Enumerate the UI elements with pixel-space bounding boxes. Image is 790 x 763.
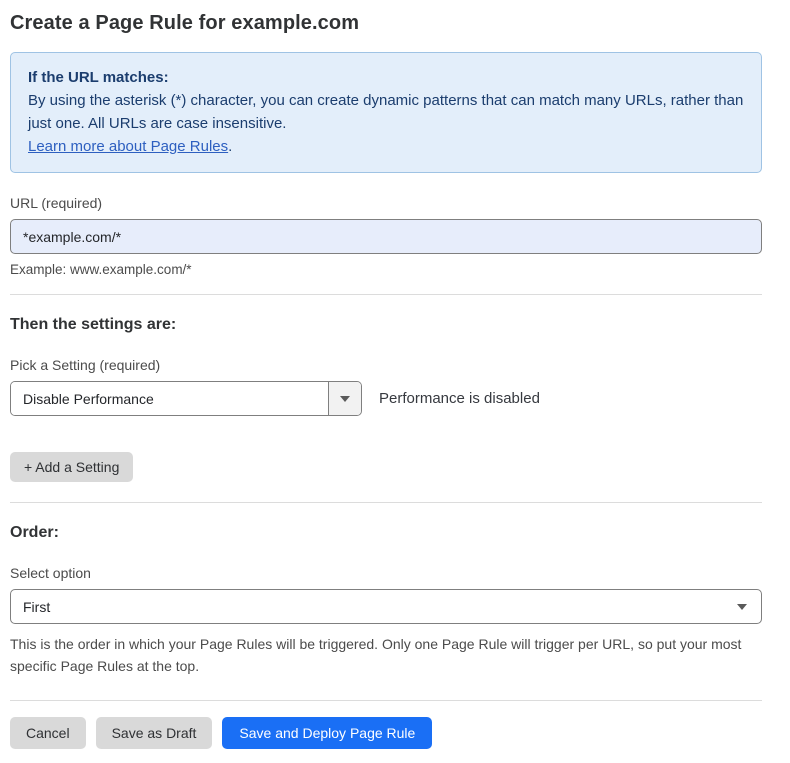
divider [10, 700, 762, 701]
order-section-heading: Order: [10, 524, 762, 542]
setting-dropdown-arrow-button[interactable] [328, 382, 361, 415]
divider [10, 502, 762, 503]
url-example-text: Example: www.example.com/* [10, 262, 762, 277]
url-input[interactable] [10, 219, 762, 254]
chevron-down-icon [340, 396, 350, 402]
setting-row: Disable Performance Performance is disab… [10, 381, 762, 416]
learn-more-link[interactable]: Learn more about Page Rules [28, 138, 228, 155]
setting-status-text: Performance is disabled [379, 390, 540, 407]
order-dropdown[interactable]: First [10, 589, 762, 624]
save-and-deploy-button[interactable]: Save and Deploy Page Rule [222, 717, 432, 749]
cancel-button[interactable]: Cancel [10, 717, 86, 749]
select-option-label: Select option [10, 565, 762, 581]
order-dropdown-value: First [23, 599, 50, 615]
url-matches-info-box: If the URL matches: By using the asteris… [10, 52, 762, 173]
info-box-body-text: By using the asterisk (*) character, you… [28, 92, 743, 132]
info-box-body: By using the asterisk (*) character, you… [28, 89, 744, 158]
divider [10, 294, 762, 295]
setting-dropdown-value: Disable Performance [11, 382, 328, 415]
save-as-draft-button[interactable]: Save as Draft [96, 717, 213, 749]
add-setting-button[interactable]: + Add a Setting [10, 452, 133, 482]
page-title: Create a Page Rule for example.com [10, 12, 762, 35]
chevron-down-icon [737, 604, 747, 610]
info-box-heading: If the URL matches: [28, 66, 744, 89]
page-rule-form: Create a Page Rule for example.com If th… [10, 0, 762, 763]
footer-actions: Cancel Save as Draft Save and Deploy Pag… [10, 717, 762, 763]
url-field-label: URL (required) [10, 195, 762, 211]
pick-setting-label: Pick a Setting (required) [10, 357, 762, 373]
order-help-text: This is the order in which your Page Rul… [10, 633, 762, 677]
link-period: . [228, 138, 232, 155]
setting-dropdown[interactable]: Disable Performance [10, 381, 362, 416]
settings-section-heading: Then the settings are: [10, 316, 762, 334]
